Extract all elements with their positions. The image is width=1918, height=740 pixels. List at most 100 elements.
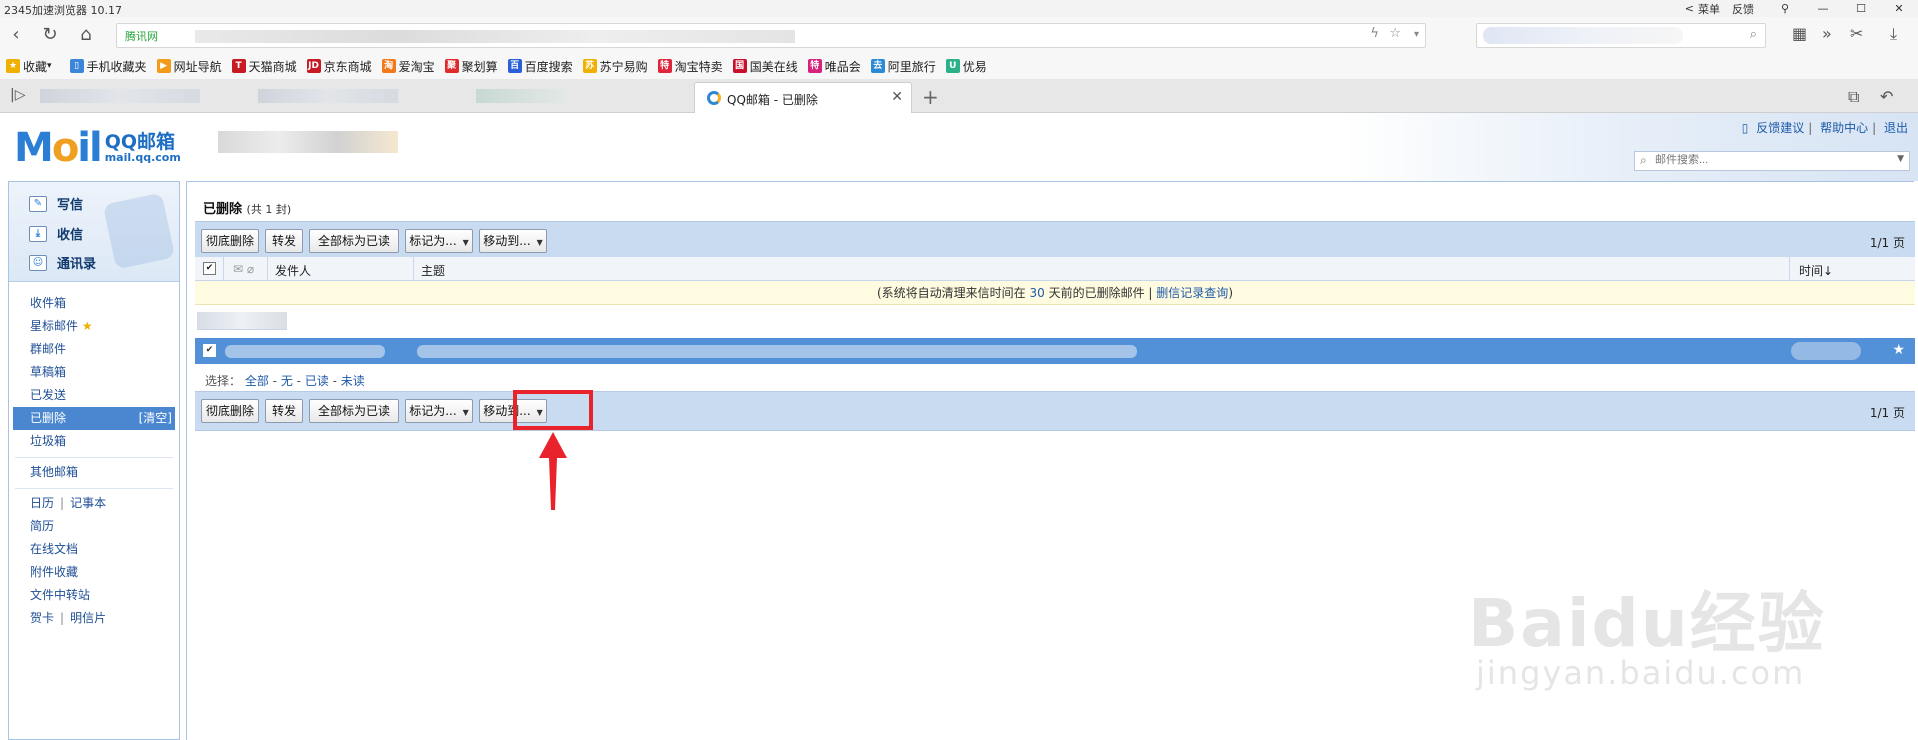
contacts-button[interactable]: ☺ 通讯录: [29, 253, 96, 272]
more-tools-icon[interactable]: »: [1822, 24, 1832, 43]
link-help[interactable]: 帮助中心: [1820, 121, 1868, 135]
tab-blurred-1[interactable]: [40, 89, 200, 103]
select-read-link[interactable]: 已读: [305, 374, 329, 388]
mark-all-read-button[interactable]: 全部标为已读: [309, 229, 399, 253]
download-icon[interactable]: ⤓: [1890, 24, 1897, 44]
link-feedback[interactable]: 反馈建议: [1756, 121, 1804, 135]
bookmark-item[interactable]: 特唯品会: [807, 58, 861, 75]
select-all-link[interactable]: 全部: [245, 374, 269, 388]
check-mail-button[interactable]: ⤓ 收信: [29, 224, 83, 243]
refresh-icon[interactable]: ↻: [38, 23, 62, 47]
bookmark-item[interactable]: 淘爱淘宝: [381, 58, 435, 75]
select-unread-link[interactable]: 未读: [341, 374, 365, 388]
select-all-checkbox[interactable]: ✔: [203, 262, 216, 275]
column-divider: [413, 257, 414, 281]
postcard-link[interactable]: 明信片: [70, 611, 106, 625]
sidebar-item-docs[interactable]: 在线文档: [9, 538, 179, 561]
mark-all-read-button[interactable]: 全部标为已读: [309, 399, 399, 423]
folder-list: 收件箱 星标邮件 ★ 群邮件 草稿箱 已发送 已删除 [清空] 垃圾箱 其他邮箱 …: [9, 292, 179, 630]
bookmark-item[interactable]: 去阿里旅行: [870, 58, 936, 75]
url-dropdown-icon[interactable]: ▾: [1414, 29, 1419, 40]
starred-label: 星标邮件: [30, 319, 79, 333]
mobile-icon[interactable]: ▯: [1742, 121, 1749, 135]
sidebar-item-resume[interactable]: 简历: [9, 515, 179, 538]
column-sender[interactable]: 发件人: [275, 262, 311, 279]
forward-button[interactable]: 转发: [265, 229, 303, 253]
column-time[interactable]: 时间↓: [1799, 262, 1833, 279]
compose-button[interactable]: ✎ 写信: [29, 194, 83, 213]
sidebar-item-group[interactable]: 群邮件: [9, 338, 179, 361]
bookmark-label: 阿里旅行: [887, 59, 936, 74]
tab-close-icon[interactable]: ✕: [891, 89, 903, 105]
favorite-star-icon[interactable]: ☆: [1389, 26, 1401, 41]
clear-deleted-link[interactable]: [清空]: [139, 407, 172, 430]
undo-close-icon[interactable]: ↶: [1880, 87, 1893, 106]
skin-icon[interactable]: ⚲: [1766, 2, 1804, 15]
mark-as-button[interactable]: 标记为... ▼: [405, 229, 473, 253]
sidebar-item-inbox[interactable]: 收件箱: [9, 292, 179, 315]
sidebar-item-deleted[interactable]: 已删除 [清空]: [13, 407, 175, 430]
row-checkbox[interactable]: ✔: [203, 344, 216, 357]
maximize-icon[interactable]: ☐: [1842, 2, 1880, 15]
mark-as-button[interactable]: 标记为... ▼: [405, 399, 473, 423]
delete-forever-button[interactable]: 彻底删除: [201, 229, 259, 253]
sidebar-item-other-mailboxes[interactable]: 其他邮箱: [9, 461, 179, 484]
screenshot-scissors-icon[interactable]: ✂: [1850, 24, 1863, 43]
bookmark-item[interactable]: 聚聚划算: [444, 58, 498, 75]
back-icon[interactable]: ‹: [4, 23, 28, 47]
select-none-link[interactable]: 无: [281, 374, 293, 388]
bookmark-item[interactable]: 特淘宝特卖: [657, 58, 723, 75]
sidebar-item-starred[interactable]: 星标邮件 ★: [9, 315, 179, 338]
calendar-link[interactable]: 日历: [30, 496, 54, 510]
menu-chevron-icon[interactable]: <: [1685, 2, 1694, 15]
mail-search-input[interactable]: [1655, 154, 1885, 166]
sidebar-item-spam[interactable]: 垃圾箱: [9, 430, 179, 453]
bookmark-item[interactable]: 苏苏宁易购: [582, 58, 648, 75]
lightning-icon[interactable]: ϟ: [1370, 26, 1379, 41]
column-subject[interactable]: 主题: [421, 262, 445, 279]
bookmark-item[interactable]: 国国美在线: [732, 58, 798, 75]
url-bar[interactable]: 腾讯网 ϟ ☆ ▾: [116, 23, 1426, 48]
bookmark-item[interactable]: ★ 收藏 ▾: [6, 58, 52, 75]
mail-search-dropdown-icon[interactable]: ▼: [1897, 154, 1904, 164]
table-row[interactable]: ✔ ★: [195, 338, 1915, 364]
tab-blurred-2[interactable]: [258, 89, 398, 103]
tab-blurred-3[interactable]: [476, 89, 566, 103]
star-icon[interactable]: ★: [1892, 342, 1905, 358]
sidebar-item-attachments[interactable]: 附件收藏: [9, 561, 179, 584]
sidebar-item-file-transfer[interactable]: 文件中转站: [9, 584, 179, 607]
new-tab-icon[interactable]: +: [922, 85, 939, 109]
restore-tab-icon[interactable]: ⧉: [1848, 87, 1859, 107]
mail-search-box[interactable]: ⌕ ▼: [1634, 151, 1910, 171]
minimize-icon[interactable]: —: [1804, 2, 1842, 15]
link-logout[interactable]: 退出: [1884, 121, 1908, 135]
qqmail-logo[interactable]: Moil QQ邮箱 mail.qq.com: [14, 125, 181, 171]
home-icon[interactable]: ⌂: [74, 23, 98, 47]
sidebar-item-sent[interactable]: 已发送: [9, 384, 179, 407]
forward-button[interactable]: 转发: [265, 399, 303, 423]
sidebar-decoration: [102, 192, 176, 270]
greeting-card-link[interactable]: 贺卡: [30, 611, 54, 625]
bookmark-favicon-icon: JD: [306, 59, 321, 73]
bookmark-item[interactable]: T 天猫商城: [231, 58, 297, 75]
close-icon[interactable]: ✕: [1880, 2, 1918, 15]
bookmark-item[interactable]: U 优易: [945, 58, 987, 75]
bookmark-item[interactable]: JD 京东商城: [306, 58, 372, 75]
bookmark-item[interactable]: 百百度搜索: [507, 58, 573, 75]
browser-feedback-button[interactable]: 反馈: [1732, 1, 1754, 17]
browser-menu-button[interactable]: 菜单: [1698, 1, 1720, 17]
search-icon[interactable]: ⌕: [1750, 27, 1757, 42]
move-to-label: 移动到...: [483, 234, 531, 248]
sidebar-toggle-icon[interactable]: |▷: [10, 87, 25, 103]
deletion-log-link[interactable]: 删信记录查询: [1156, 286, 1228, 300]
move-to-button[interactable]: 移动到... ▼: [479, 229, 547, 253]
bookmark-item[interactable]: ▶ 网址导航: [156, 58, 222, 75]
tab-qqmail[interactable]: QQ邮箱 - 已删除 ✕: [694, 82, 912, 113]
delete-forever-button[interactable]: 彻底删除: [201, 399, 259, 423]
bookmark-item[interactable]: ▯ 手机收藏夹: [69, 58, 147, 75]
browser-search-box[interactable]: ⌕: [1476, 23, 1766, 48]
notebook-link[interactable]: 记事本: [70, 496, 106, 510]
deleted-label: 已删除: [30, 411, 67, 425]
apps-grid-icon[interactable]: ▦: [1792, 24, 1807, 43]
sidebar-item-drafts[interactable]: 草稿箱: [9, 361, 179, 384]
